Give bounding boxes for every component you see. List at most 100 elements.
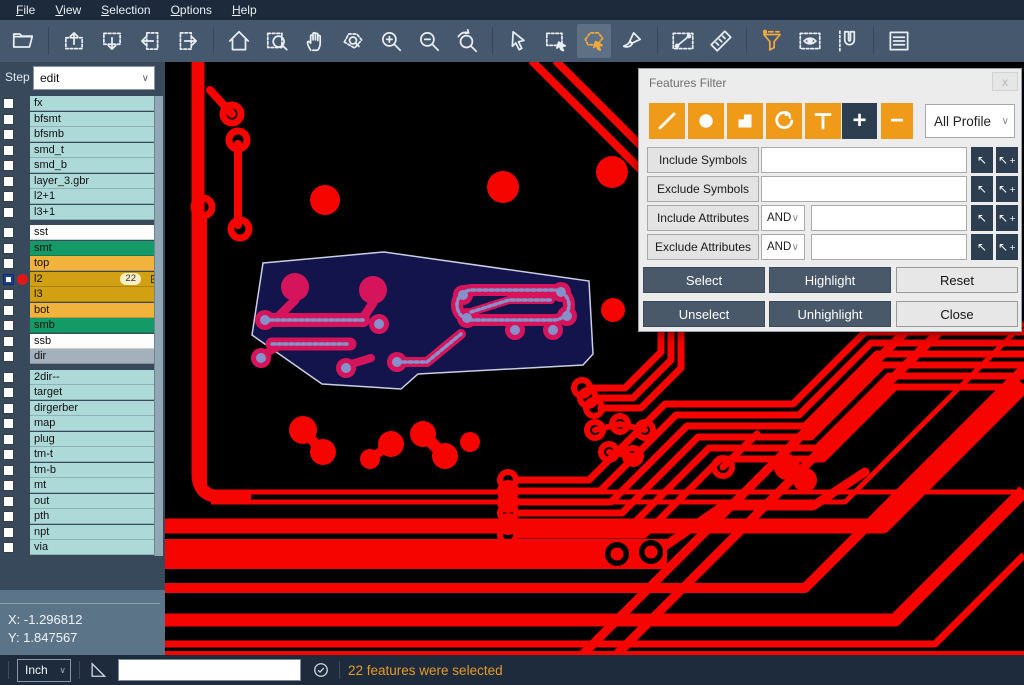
layer-name[interactable]: target — [30, 385, 154, 400]
layer-row-via[interactable]: via — [0, 540, 165, 556]
layer-name[interactable]: smd_b — [30, 158, 154, 173]
layer-row-tm-b[interactable]: tm-b — [0, 463, 165, 479]
layer-row-2dir--[interactable]: 2dir-- — [0, 370, 165, 386]
filter-line-button[interactable] — [649, 103, 685, 139]
layer-name[interactable]: map — [30, 416, 154, 431]
exclude-symbols-button[interactable]: Exclude Symbols — [647, 176, 759, 202]
select-button[interactable]: Select — [643, 267, 765, 293]
layer-name[interactable]: l3+1 — [30, 205, 154, 220]
layer-name[interactable]: layer_3.gbr — [30, 174, 154, 189]
pick-add-from-screen-button[interactable]: ↖+ — [996, 205, 1018, 231]
layer-row-l3[interactable]: l3 — [0, 287, 165, 303]
include-attributes-button[interactable]: Include Attributes — [647, 205, 759, 231]
layer-checkbox[interactable] — [3, 511, 14, 522]
menu-file[interactable]: File — [6, 1, 45, 19]
layer-checkbox[interactable] — [3, 418, 14, 429]
layer-row-dir[interactable]: dir — [0, 349, 165, 365]
layer-name[interactable]: fx — [30, 96, 154, 111]
profile-select[interactable]: All Profile ∨ — [925, 104, 1015, 138]
include-symbols-input[interactable] — [761, 147, 967, 173]
layer-name[interactable]: top — [30, 256, 154, 271]
pick-add-from-screen-button[interactable]: ↖+ — [996, 147, 1018, 173]
layer-row-layer_3.gbr[interactable]: layer_3.gbr — [0, 174, 165, 190]
layer-checkbox[interactable] — [3, 465, 14, 476]
layer-checkbox[interactable] — [3, 258, 14, 269]
layer-name[interactable]: tm-b — [30, 463, 154, 478]
layer-name[interactable]: smd_t — [30, 143, 154, 158]
layer-row-dirgerber[interactable]: dirgerber — [0, 401, 165, 417]
layer-checkbox[interactable] — [3, 542, 14, 553]
view-up-button[interactable] — [57, 24, 91, 58]
layer-name[interactable]: bfsmt — [30, 112, 154, 127]
view-right-button[interactable] — [171, 24, 205, 58]
close-button[interactable]: Close — [896, 301, 1018, 327]
layer-checkbox[interactable] — [3, 114, 14, 125]
menu-help[interactable]: Help — [222, 1, 267, 19]
layer-row-ssb[interactable]: ssb — [0, 334, 165, 350]
zoom-area-button[interactable] — [260, 24, 294, 58]
include-attributes-input[interactable] — [811, 205, 967, 231]
sync-check-icon[interactable] — [311, 660, 331, 680]
command-input[interactable] — [118, 659, 301, 681]
unselect-button[interactable]: Unselect — [643, 301, 765, 327]
unit-select[interactable]: Inch ∨ — [17, 659, 71, 682]
zoom-out-button[interactable] — [412, 24, 446, 58]
filter-pad-button[interactable] — [688, 103, 724, 139]
layer-row-tm-t[interactable]: tm-t — [0, 447, 165, 463]
layer-row-bfsmt[interactable]: bfsmt — [0, 112, 165, 128]
open-file-button[interactable] — [6, 24, 40, 58]
layer-checkbox[interactable] — [3, 289, 14, 300]
remove-filter-button[interactable]: − — [881, 103, 913, 139]
layer-name[interactable]: bfsmb — [30, 127, 154, 142]
add-filter-button[interactable]: + — [842, 103, 877, 139]
layer-checkbox[interactable] — [3, 434, 14, 445]
exclude-symbols-input[interactable] — [761, 176, 967, 202]
step-select[interactable]: edit ∨ — [33, 66, 155, 90]
layer-checkbox[interactable] — [3, 372, 14, 383]
layer-checkbox[interactable] — [3, 387, 14, 398]
pick-add-from-screen-button[interactable]: ↖+ — [996, 176, 1018, 202]
layer-name[interactable]: dirgerber — [30, 401, 154, 416]
include-symbols-button[interactable]: Include Symbols — [647, 147, 759, 173]
layer-row-l2[interactable]: l222⊞ — [0, 272, 165, 288]
layer-name[interactable]: tm-t — [30, 447, 154, 462]
layer-checkbox[interactable] — [3, 403, 14, 414]
reset-button[interactable]: Reset — [896, 267, 1018, 293]
menu-view[interactable]: View — [45, 1, 91, 19]
layer-row-plug[interactable]: plug — [0, 432, 165, 448]
layer-name[interactable]: l2+1 — [30, 189, 154, 204]
pick-from-screen-button[interactable]: ↖ — [971, 176, 993, 202]
measure-button[interactable] — [666, 24, 700, 58]
layer-checkbox[interactable] — [3, 527, 14, 538]
menu-selection[interactable]: Selection — [91, 1, 160, 19]
layer-checkbox[interactable] — [3, 129, 14, 140]
pick-from-screen-button[interactable]: ↖ — [971, 234, 993, 260]
layer-name[interactable]: sst — [30, 225, 154, 240]
and-or-select[interactable]: AND∨ — [761, 205, 805, 231]
layer-checkbox[interactable] — [3, 176, 14, 187]
menu-options[interactable]: Options — [161, 1, 222, 19]
layer-row-out[interactable]: out — [0, 494, 165, 510]
close-icon[interactable]: x — [992, 72, 1018, 91]
snap-button[interactable] — [831, 24, 865, 58]
layer-checkbox[interactable] — [3, 227, 14, 238]
layer-scrollbar[interactable] — [154, 96, 163, 556]
and-or-select[interactable]: AND∨ — [761, 234, 805, 260]
layer-name[interactable]: out — [30, 494, 154, 509]
layer-checkbox[interactable] — [3, 305, 14, 316]
select-rect-button[interactable] — [539, 24, 573, 58]
features-filter-button[interactable] — [755, 24, 789, 58]
pick-from-screen-button[interactable]: ↖ — [971, 205, 993, 231]
layer-name[interactable]: smt — [30, 241, 154, 256]
layer-checkbox[interactable] — [3, 449, 14, 460]
layer-checkbox[interactable] — [3, 496, 14, 507]
layer-row-smd_t[interactable]: smd_t — [0, 143, 165, 159]
pan-button[interactable] — [298, 24, 332, 58]
layer-checkbox[interactable] — [3, 243, 14, 254]
layer-checkbox[interactable] — [3, 274, 14, 285]
filter-text-button[interactable] — [805, 103, 841, 139]
layer-row-l3+1[interactable]: l3+1 — [0, 205, 165, 221]
layer-checkbox[interactable] — [3, 191, 14, 202]
layer-checkbox[interactable] — [3, 336, 14, 347]
layer-checkbox[interactable] — [3, 145, 14, 156]
